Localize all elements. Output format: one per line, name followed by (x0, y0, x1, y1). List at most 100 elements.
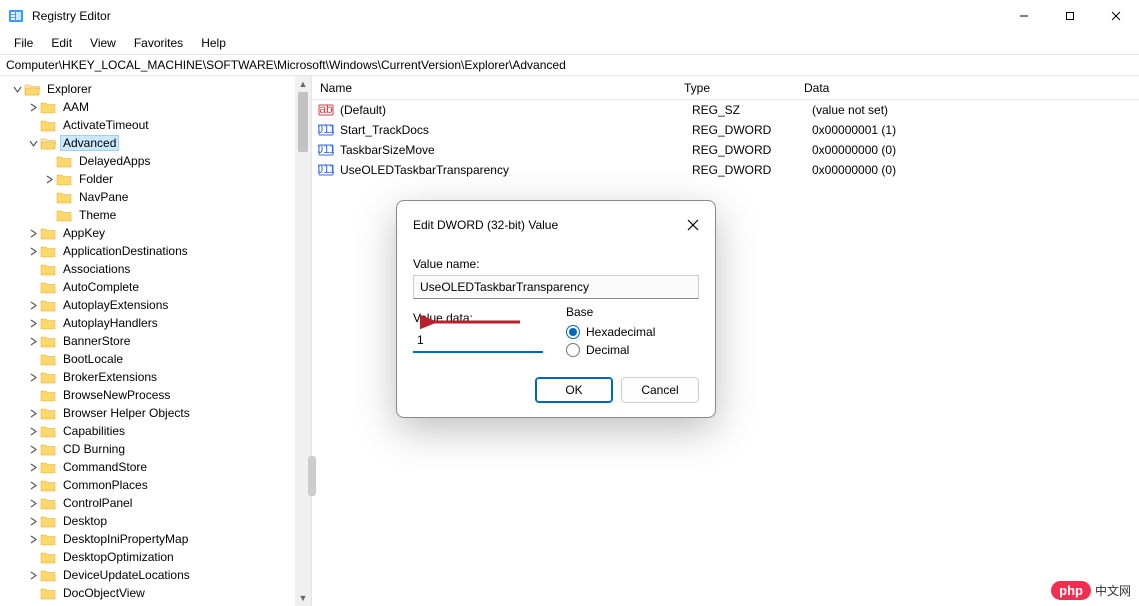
column-name[interactable]: Name (312, 77, 676, 99)
tree-item-label: DesktopOptimization (60, 550, 177, 564)
folder-icon (40, 425, 56, 438)
chevron-right-icon[interactable] (26, 301, 40, 310)
folder-icon (40, 137, 56, 150)
tree-item[interactable]: DelayedApps (0, 152, 311, 170)
tree-item[interactable]: CommandStore (0, 458, 311, 476)
minimize-button[interactable] (1001, 0, 1047, 32)
folder-icon (24, 83, 40, 96)
folder-icon (40, 371, 56, 384)
chevron-right-icon[interactable] (26, 229, 40, 238)
list-row[interactable]: ab(Default)REG_SZ(value not set) (312, 100, 1139, 120)
tree-item[interactable]: Browser Helper Objects (0, 404, 311, 422)
tree-item[interactable]: BrokerExtensions (0, 368, 311, 386)
tree-item[interactable]: ActivateTimeout (0, 116, 311, 134)
chevron-right-icon[interactable] (26, 337, 40, 346)
tree-item[interactable]: Desktop (0, 512, 311, 530)
value-name-field[interactable]: UseOLEDTaskbarTransparency (413, 275, 699, 299)
maximize-button[interactable] (1047, 0, 1093, 32)
titlebar: Registry Editor (0, 0, 1139, 32)
folder-icon (40, 569, 56, 582)
chevron-right-icon[interactable] (26, 103, 40, 112)
tree-item[interactable]: BrowseNewProcess (0, 386, 311, 404)
chevron-right-icon[interactable] (26, 247, 40, 256)
column-data[interactable]: Data (796, 77, 1139, 99)
scroll-thumb[interactable] (298, 92, 308, 152)
tree-item[interactable]: AppKey (0, 224, 311, 242)
chevron-right-icon[interactable] (26, 373, 40, 382)
splitter-handle[interactable] (308, 456, 316, 496)
list-row[interactable]: 011UseOLEDTaskbarTransparencyREG_DWORD0x… (312, 160, 1139, 180)
tree-item[interactable]: DeviceUpdateLocations (0, 566, 311, 584)
chevron-right-icon[interactable] (26, 481, 40, 490)
close-button[interactable] (1093, 0, 1139, 32)
chevron-right-icon[interactable] (26, 319, 40, 328)
menu-view[interactable]: View (82, 34, 124, 52)
window-controls (1001, 0, 1139, 32)
tree-item[interactable]: DocObjectView (0, 584, 311, 602)
tree-item-label: Folder (76, 172, 116, 186)
dialog-close-button[interactable] (679, 211, 707, 239)
scroll-down-icon[interactable]: ▼ (295, 590, 311, 606)
chevron-right-icon[interactable] (26, 463, 40, 472)
chevron-right-icon[interactable] (42, 175, 56, 184)
menu-edit[interactable]: Edit (43, 34, 80, 52)
address-bar[interactable]: Computer\HKEY_LOCAL_MACHINE\SOFTWARE\Mic… (0, 54, 1139, 76)
tree-item[interactable]: ControlPanel (0, 494, 311, 512)
chevron-right-icon[interactable] (26, 409, 40, 418)
tree-item[interactable]: AutoplayExtensions (0, 296, 311, 314)
menubar: File Edit View Favorites Help (0, 32, 1139, 54)
tree-item[interactable]: BootLocale (0, 350, 311, 368)
tree-item[interactable]: CD Burning (0, 440, 311, 458)
column-type[interactable]: Type (676, 77, 796, 99)
folder-icon (40, 443, 56, 456)
tree-item[interactable]: Capabilities (0, 422, 311, 440)
tree-item[interactable]: CommonPlaces (0, 476, 311, 494)
radio-hexadecimal[interactable]: Hexadecimal (566, 325, 699, 339)
tree-item-label: Theme (76, 208, 119, 222)
menu-help[interactable]: Help (193, 34, 234, 52)
chevron-right-icon[interactable] (26, 499, 40, 508)
chevron-right-icon[interactable] (26, 517, 40, 526)
tree-item[interactable]: BannerStore (0, 332, 311, 350)
tree-item[interactable]: NavPane (0, 188, 311, 206)
tree-item[interactable]: AutoplayHandlers (0, 314, 311, 332)
list-row[interactable]: 011Start_TrackDocsREG_DWORD0x00000001 (1… (312, 120, 1139, 140)
menu-favorites[interactable]: Favorites (126, 34, 191, 52)
tree-item-label: NavPane (76, 190, 131, 204)
radio-decimal[interactable]: Decimal (566, 343, 699, 357)
tree-pane[interactable]: ExplorerAAMActivateTimeoutAdvancedDelaye… (0, 76, 312, 606)
tree-scrollbar[interactable]: ▲ ▼ (295, 76, 311, 606)
chevron-right-icon[interactable] (26, 445, 40, 454)
chevron-down-icon[interactable] (26, 139, 40, 148)
tree-item-label: Advanced (60, 135, 119, 151)
chevron-down-icon[interactable] (10, 85, 24, 94)
value-name-label: Value name: (413, 257, 699, 271)
tree-item[interactable]: Advanced (0, 134, 311, 152)
chevron-right-icon[interactable] (26, 571, 40, 580)
scroll-up-icon[interactable]: ▲ (295, 76, 311, 92)
watermark-text: 中文网 (1095, 582, 1131, 599)
menu-file[interactable]: File (6, 34, 41, 52)
list-row[interactable]: 011TaskbarSizeMoveREG_DWORD0x00000000 (0… (312, 140, 1139, 160)
regedit-icon (8, 8, 24, 24)
tree-item-label: AutoplayHandlers (60, 316, 161, 330)
tree-item[interactable]: AAM (0, 98, 311, 116)
tree-item[interactable]: Associations (0, 260, 311, 278)
tree-item-label: AutoplayExtensions (60, 298, 171, 312)
ok-button[interactable]: OK (535, 377, 613, 403)
folder-icon (40, 497, 56, 510)
tree-item[interactable]: DesktopIniPropertyMap (0, 530, 311, 548)
tree-item[interactable]: Folder (0, 170, 311, 188)
tree-item-label: DesktopIniPropertyMap (60, 532, 191, 546)
cancel-button[interactable]: Cancel (621, 377, 699, 403)
tree-item[interactable]: DesktopOptimization (0, 548, 311, 566)
tree-item[interactable]: ApplicationDestinations (0, 242, 311, 260)
tree-item[interactable]: Explorer (0, 80, 311, 98)
chevron-right-icon[interactable] (26, 427, 40, 436)
tree-item[interactable]: AutoComplete (0, 278, 311, 296)
chevron-right-icon[interactable] (26, 535, 40, 544)
tree-item[interactable]: Theme (0, 206, 311, 224)
tree-item-label: DeviceUpdateLocations (60, 568, 193, 582)
folder-icon (40, 353, 56, 366)
value-data-input[interactable] (413, 329, 543, 353)
